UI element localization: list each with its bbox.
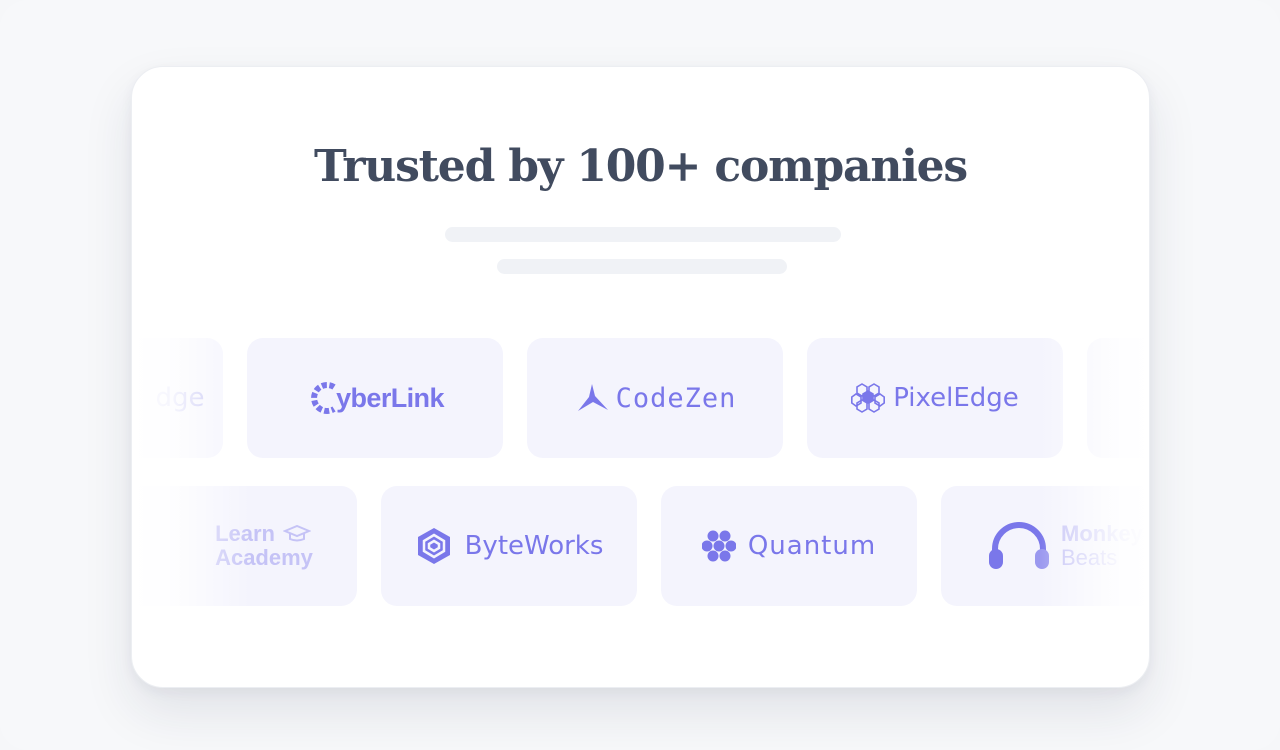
logo-text-line1: Learn [215,521,275,546]
logo-text: yberLink [336,382,444,413]
logo-tile-codezen: CodeZen [527,338,783,458]
section-title: Trusted by 100+ companies [313,141,968,192]
trusted-by-card: Trusted by 100+ companies dge yberLink C… [131,66,1150,688]
logo-text-line2: Academy [215,545,313,570]
logo-tile-cyberlink: yberLink [247,338,503,458]
logo-tile-partial-right [1087,338,1149,458]
page-background: Trusted by 100+ companies dge yberLink C… [0,0,1280,750]
logo-tile-pixeledge: PixelEdge [807,338,1063,458]
logo-text: CodeZen [615,382,737,414]
logo-text-line2: Beats [1061,545,1118,570]
pixeledge-logo-icon [851,383,886,413]
byteworks-logo-icon [417,528,450,564]
logo-text: PixelEdge [893,383,1019,413]
logo-tile-byteworks: ByteWorks [381,486,637,606]
graduation-cap-icon [282,524,312,542]
headphones-icon [989,522,1049,569]
subtitle-placeholder-line [445,227,841,242]
quantum-logo-icon [701,530,736,562]
monkey-beats-wordmark: Monkey Beats [1061,522,1143,570]
logo-text-line1: Monkey [1061,521,1143,546]
codezen-logo-icon [577,384,608,411]
logo-text: dge [155,383,205,413]
logo-tile-learn-academy: Learn Academy [132,486,357,606]
cyberlink-logo-icon [311,382,336,414]
logo-text: ByteWorks [464,531,604,561]
logo-tile-quantum: Quantum [661,486,917,606]
logo-text: Quantum [747,531,877,561]
learn-academy-wordmark: Learn Academy [215,522,313,570]
logo-tile-monkey-beats: Monkey Beats [941,486,1149,606]
logo-tile-pixeledge-partial: dge [132,338,223,458]
subtitle-placeholder-line [497,259,787,274]
